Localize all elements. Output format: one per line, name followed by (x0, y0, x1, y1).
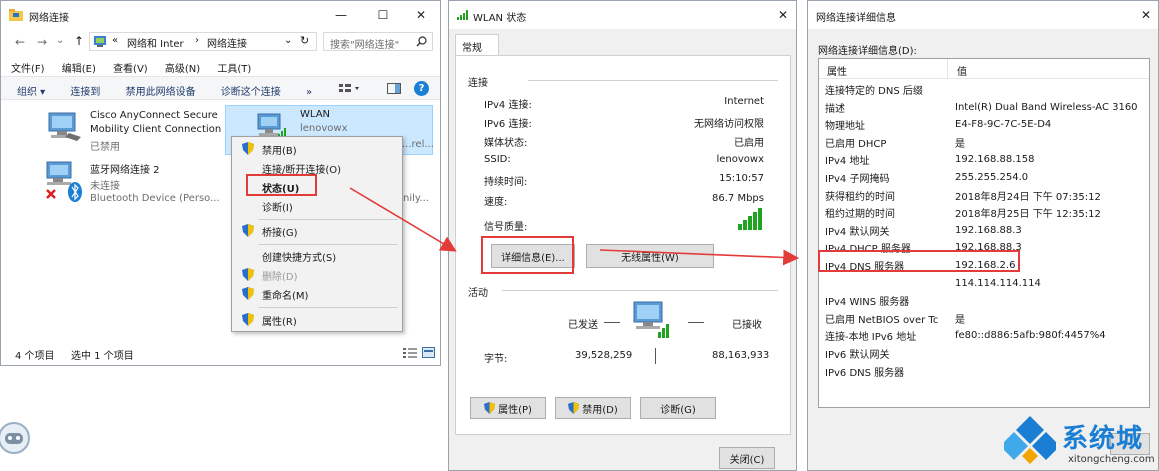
xitongcheng-logo-icon (1004, 416, 1056, 464)
watermark: 系统城 xitongcheng.com (1004, 412, 1159, 471)
assistant-avatar-icon[interactable] (0, 418, 34, 458)
arrow-to-wlan-status (349, 187, 457, 252)
watermark-url: xitongcheng.com (1068, 454, 1155, 465)
watermark-brand: 系统城 (1062, 424, 1144, 454)
annotation-arrows (349, 187, 800, 266)
arrow-to-dns-detail (599, 249, 800, 266)
